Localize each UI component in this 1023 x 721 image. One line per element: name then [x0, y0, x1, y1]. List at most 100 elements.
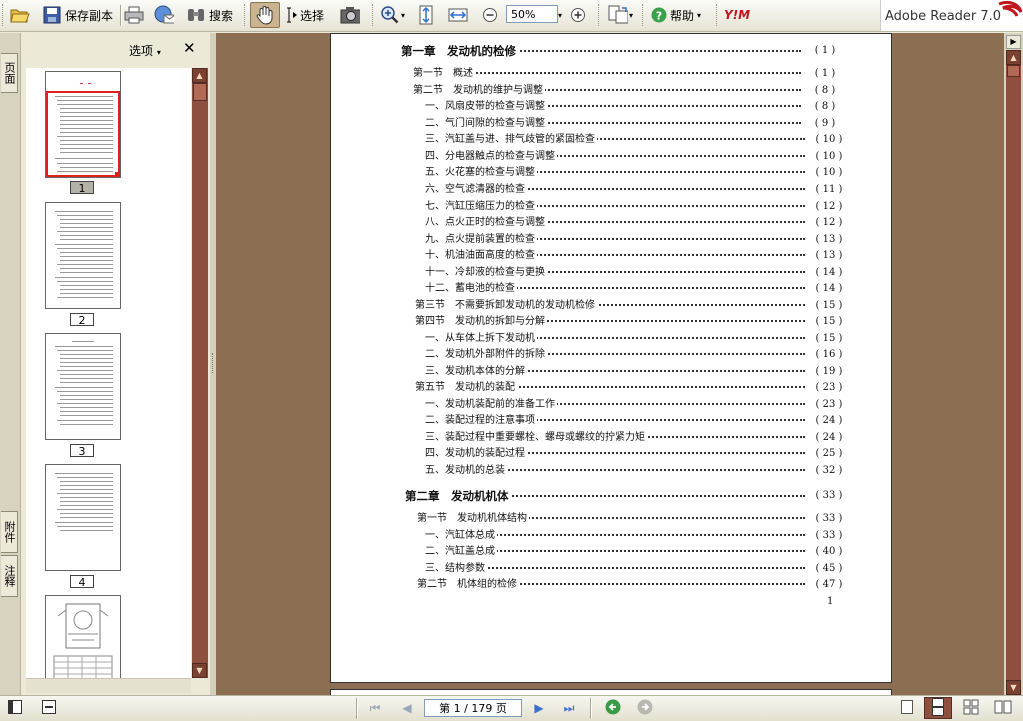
toc-item-row[interactable]: 九、点火提前装置的检查 ( 13 ): [425, 233, 845, 247]
toc-item-row[interactable]: 七、汽缸压缩压力的检查 ( 12 ): [425, 200, 845, 214]
toc-item-row[interactable]: 二、汽缸盖总成 ( 40 ): [425, 545, 845, 559]
page-thumbnail-2[interactable]: [45, 202, 121, 309]
scroll-up-button[interactable]: ▲: [192, 68, 207, 83]
adobe-reader-logo: Adobe Reader 7.0: [880, 0, 1023, 31]
toc-item-row[interactable]: 十二、蓄电池的检查 ( 14 ): [425, 282, 845, 296]
page-thumbnail-4[interactable]: [45, 464, 121, 571]
toc-item-row[interactable]: 六、空气滤清器的检查 ( 11 ): [425, 183, 845, 197]
toc-item-row[interactable]: 一、发动机装配前的准备工作 ( 23 ): [425, 398, 845, 412]
toc-item-row[interactable]: 一、从车体上拆下发动机 ( 15 ): [425, 332, 845, 346]
toc-item-row[interactable]: 十一、冷却液的检查与更换 ( 14 ): [425, 266, 845, 280]
toc-section-row[interactable]: 第三节 不需要拆卸发动机的发动机检修 ( 15 ): [415, 299, 845, 313]
toolbar-grip[interactable]: [2, 4, 6, 26]
scroll-down-button[interactable]: ▼: [192, 663, 207, 678]
page-thumbnail-5[interactable]: [45, 595, 121, 678]
toc-item-row[interactable]: 三、汽缸盖与进、排气歧管的紧固检查 ( 10 ): [425, 133, 845, 147]
document-scroll-track[interactable]: ▲ ▼: [1006, 50, 1021, 695]
document-view[interactable]: 第一章 发动机的检修 ( 1 ) 第一节 概述 ( 1 ) 第二节 发动机的维护与调整 (…: [216, 33, 1004, 695]
toc-section-row[interactable]: 第二节 机体组的检修 ( 47 ): [417, 578, 845, 592]
email-button[interactable]: [154, 3, 174, 27]
fit-page-button[interactable]: [416, 3, 436, 27]
page-number-field[interactable]: 第 1 / 179 页: [424, 699, 522, 717]
toc-item-row[interactable]: 三、结构参数 ( 45 ): [425, 562, 845, 576]
toc-section-row[interactable]: 第一节 概述 ( 1 ): [413, 67, 841, 81]
toolbar-grip[interactable]: [244, 4, 248, 26]
hand-tool-button[interactable]: [250, 2, 280, 28]
toc-item-row[interactable]: 二、气门间隙的检查与调整 ( 9 ): [425, 117, 841, 131]
document-scrollbar[interactable]: ▶ ▲ ▼: [1004, 33, 1023, 695]
zoom-dropdown-button[interactable]: ▾: [558, 3, 562, 27]
toc-item-row[interactable]: 十、机油油面高度的检查 ( 13 ): [425, 249, 845, 263]
search-button[interactable]: 搜索: [186, 3, 233, 27]
toc-item-row[interactable]: 五、发动机的总装 ( 32 ): [425, 464, 845, 478]
next-page-button[interactable]: ▶: [530, 700, 548, 716]
fit-width-button[interactable]: [448, 3, 468, 27]
toc-chapter-row[interactable]: 第一章 发动机的检修 ( 1 ): [401, 43, 841, 59]
last-page-button[interactable]: ⏭: [560, 700, 578, 716]
toolbar-grip[interactable]: [598, 4, 602, 26]
toc-item-row[interactable]: 三、装配过程中重要螺栓、螺母或螺纹的拧紧力矩 ( 24 ): [425, 431, 845, 445]
toc-section-row[interactable]: 第五节 发动机的装配 ( 23 ): [415, 381, 845, 395]
previous-view-button[interactable]: [604, 699, 622, 716]
facing-view-button[interactable]: [994, 700, 1012, 716]
help-button[interactable]: ? 帮助 ▾: [650, 3, 701, 27]
toc-item-row[interactable]: 一、风扇皮带的检查与调整 ( 8 ): [425, 100, 841, 114]
single-page-icon: [900, 699, 914, 718]
next-view-button[interactable]: [636, 699, 654, 716]
show-navigation-pane-button[interactable]: [6, 699, 24, 716]
toolbar-grip[interactable]: [642, 4, 646, 26]
page-thumbnail-1[interactable]: [45, 71, 121, 178]
scrollbar-thumb[interactable]: [1007, 65, 1020, 77]
thumbnail-scrollbar[interactable]: ▲ ▼: [192, 68, 208, 678]
toc-item-row[interactable]: 二、装配过程的注意事项 ( 24 ): [425, 414, 845, 428]
open-button[interactable]: [10, 3, 30, 27]
single-page-view-button[interactable]: [898, 699, 916, 718]
save-copy-button[interactable]: 保存副本: [42, 3, 113, 27]
tab-pages[interactable]: 页面: [1, 53, 18, 93]
toc-section-row[interactable]: 第一节 发动机机体结构 ( 33 ): [417, 512, 845, 526]
scrollbar-thumb[interactable]: [193, 83, 207, 101]
toc-item-row[interactable]: 三、发动机本体的分解 ( 19 ): [425, 365, 845, 379]
toc-section-row[interactable]: 第四节 发动机的拆卸与分解 ( 15 ): [415, 315, 845, 329]
close-icon[interactable]: ✕: [183, 39, 196, 57]
first-page-button[interactable]: ⏮: [366, 700, 384, 716]
tab-comments[interactable]: 注释: [1, 555, 18, 597]
rotate-view-button[interactable]: ▾: [608, 3, 633, 27]
tab-attachments[interactable]: 附件: [1, 511, 18, 553]
chevron-down-icon[interactable]: ▾: [401, 11, 405, 20]
select-tool-button[interactable]: 选择: [284, 3, 324, 27]
print-button[interactable]: [124, 3, 144, 27]
toc-item-row[interactable]: 八、点火正时的检查与调整 ( 12 ): [425, 216, 845, 230]
toc-item-row[interactable]: 二、发动机外部附件的拆除 ( 16 ): [425, 348, 845, 362]
zoom-out-button[interactable]: [480, 3, 500, 27]
toc-item-row[interactable]: 四、发动机的装配过程 ( 25 ): [425, 447, 845, 461]
page-thumbnail-3[interactable]: [45, 333, 121, 440]
toc-item-row[interactable]: 四、分电器触点的检查与调整 ( 10 ): [425, 150, 845, 164]
toc-item-row[interactable]: 一、汽缸体总成 ( 33 ): [425, 529, 845, 543]
thumbnail-list[interactable]: 1 2 3 4: [26, 68, 191, 678]
document-page[interactable]: 第一章 发动机的检修 ( 1 ) 第一节 概述 ( 1 ) 第二节 发动机的维护与调整 (…: [330, 33, 892, 683]
zoom-level-field[interactable]: 50%: [506, 5, 558, 23]
facing-continuous-view-button[interactable]: [962, 699, 980, 716]
facing-pages-icon: [994, 700, 1012, 717]
splitter-grip[interactable]: [212, 353, 215, 373]
toolbar-grip[interactable]: [716, 4, 720, 26]
toc-page-number: ( 1 ): [814, 68, 836, 79]
panel-options-menu[interactable]: 选项 ▾: [129, 42, 161, 59]
toc-chapter-row[interactable]: 第二章 发动机机体 ( 33 ): [405, 488, 845, 504]
snapshot-button[interactable]: [340, 3, 360, 27]
collapse-panel-button[interactable]: ▶: [1006, 35, 1021, 49]
thumbnail-horizontal-scrollbar[interactable]: [26, 678, 191, 693]
continuous-view-button[interactable]: [924, 697, 952, 719]
zoom-in-tool-button[interactable]: ▾: [380, 3, 405, 27]
hide-panel-button[interactable]: [40, 699, 58, 716]
scroll-up-button[interactable]: ▲: [1006, 50, 1021, 65]
yahoo-messenger-button[interactable]: Y!M: [724, 3, 750, 27]
toolbar-grip[interactable]: [372, 4, 376, 26]
scroll-down-button[interactable]: ▼: [1006, 680, 1021, 695]
previous-page-button[interactable]: ◀: [398, 700, 416, 716]
zoom-in-button[interactable]: [568, 3, 588, 27]
toc-section-row[interactable]: 第二节 发动机的维护与调整 ( 8 ): [413, 84, 841, 98]
toc-item-row[interactable]: 五、火花塞的检查与调整 ( 10 ): [425, 166, 845, 180]
view-resize-handle[interactable]: [115, 172, 119, 176]
